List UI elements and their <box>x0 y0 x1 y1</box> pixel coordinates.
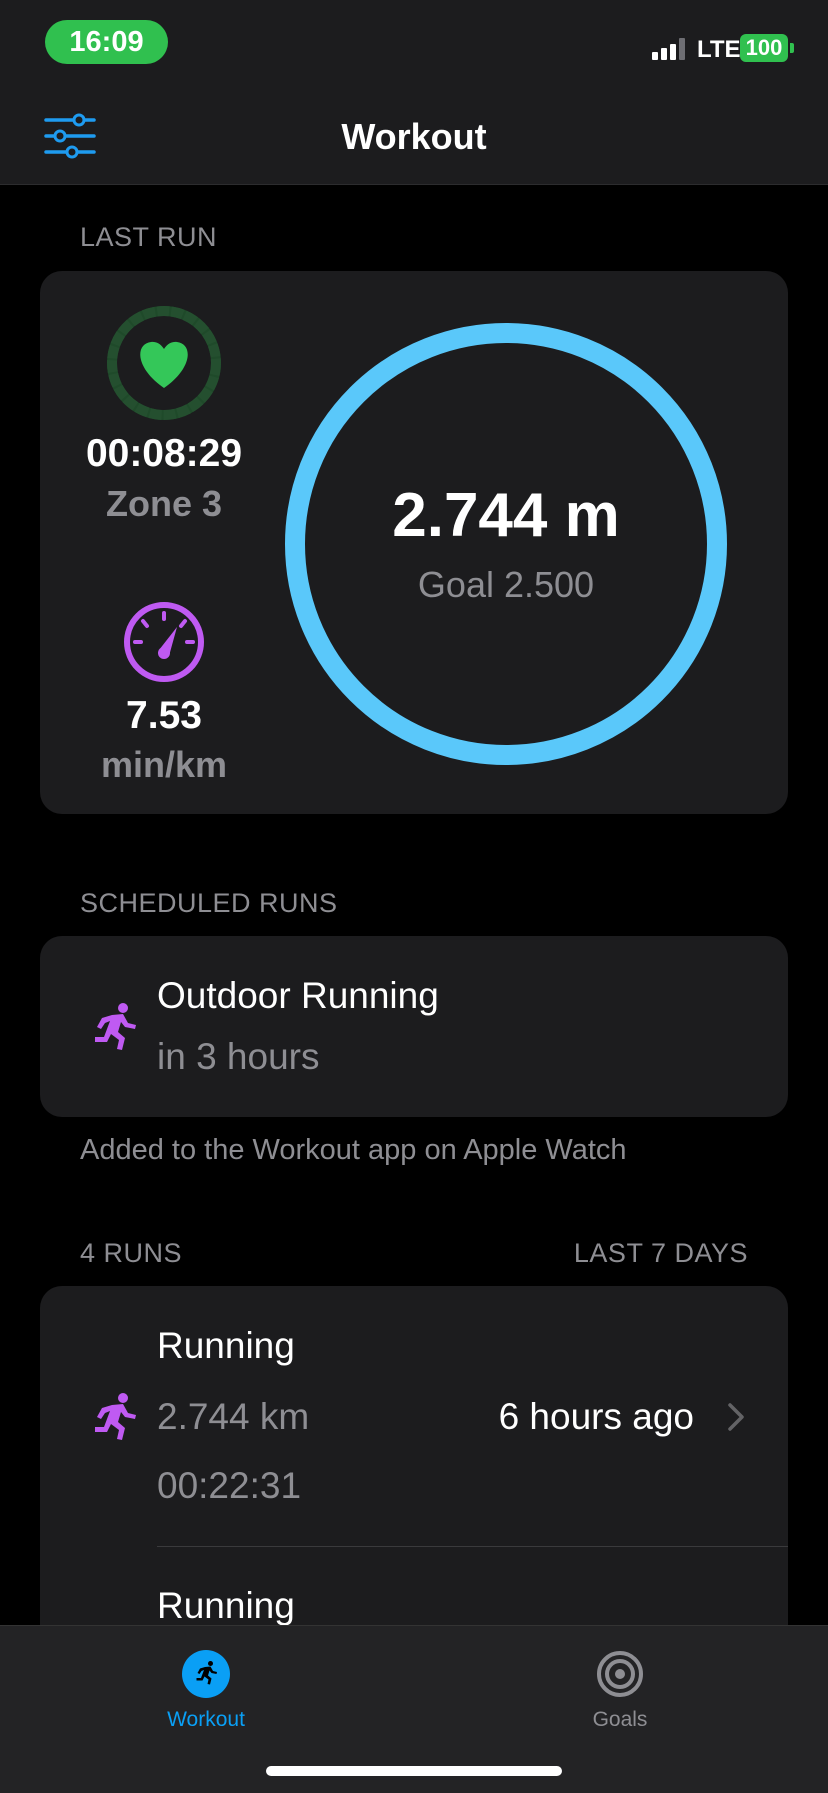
heart-rate-time: 00:08:29 <box>85 432 243 475</box>
heart-icon <box>140 341 188 388</box>
run-title[interactable]: Running <box>157 1585 295 1627</box>
signal-icon <box>652 38 690 60</box>
battery-tip <box>790 43 794 53</box>
status-bar: 16:09 LTE 100 <box>0 0 828 90</box>
run-distance: 2.744 km <box>157 1396 310 1437</box>
tab-workout[interactable]: Workout <box>126 1638 286 1738</box>
pace-value: 7.53 <box>126 694 202 737</box>
heart-rate-zone: Zone 3 <box>105 483 222 524</box>
pace-unit: min/km <box>100 744 228 785</box>
page-title: Workout <box>341 116 487 157</box>
scheduled-run-time: in 3 hours <box>157 1036 320 1077</box>
run-title: Running <box>157 1325 295 1366</box>
battery-icon: 100 <box>740 34 788 62</box>
scheduled-run-card[interactable] <box>40 936 788 1117</box>
status-time: 16:09 <box>45 20 168 64</box>
scheduled-runs-header: SCHEDULED RUNS <box>80 888 338 918</box>
tab-goals[interactable]: Goals <box>540 1638 700 1738</box>
nav-bar: Workout <box>0 90 828 185</box>
last-run-distance: 2.744 m <box>392 481 620 550</box>
tab-workout-label: Workout <box>167 1708 245 1731</box>
runs-period-header: LAST 7 DAYS <box>573 1238 748 1268</box>
row-divider <box>157 1546 788 1547</box>
tab-goals-label: Goals <box>592 1708 648 1731</box>
chevron-right-icon <box>728 1403 744 1431</box>
heart-rate-ring <box>107 306 221 420</box>
scheduled-run-title: Outdoor Running <box>157 975 439 1016</box>
running-icon <box>95 1003 136 1050</box>
network-label: LTE <box>697 36 741 63</box>
speedometer-icon <box>124 602 204 682</box>
running-icon <box>95 1393 136 1440</box>
target-icon <box>597 1651 643 1697</box>
run-time-ago: 6 hours ago <box>498 1396 694 1437</box>
last-run-header: LAST RUN <box>80 222 218 252</box>
scheduled-footnote: Added to the Workout app on Apple Watch <box>80 1134 627 1166</box>
run-duration: 00:22:31 <box>157 1465 302 1506</box>
goal-label: Goal 2.500 <box>417 564 595 605</box>
home-indicator <box>266 1766 562 1776</box>
running-icon <box>182 1650 230 1698</box>
runs-count-header: 4 RUNS <box>80 1238 183 1268</box>
